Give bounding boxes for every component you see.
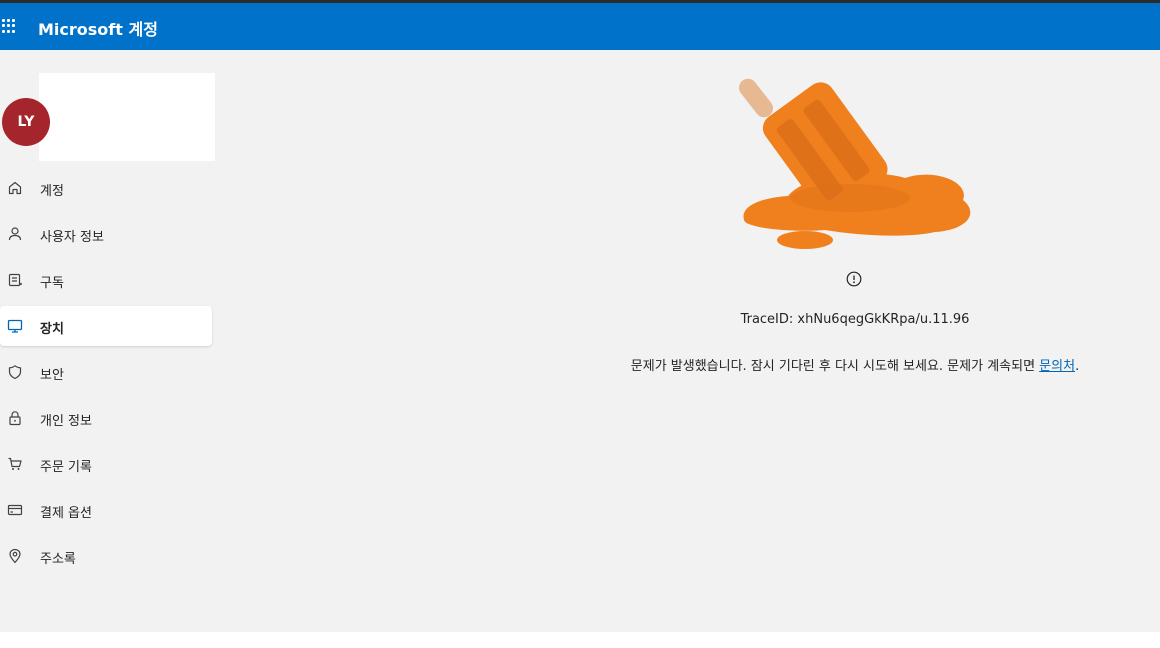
error-message-end: . (1075, 359, 1080, 374)
location-pin-icon (6, 547, 24, 565)
sidebar-item-your-info[interactable]: 사용자 정보 (0, 214, 212, 254)
error-message: 문제가 발생했습니다. 잠시 기다린 후 다시 시도해 보세요. 문제가 계속되… (560, 355, 1150, 374)
error-message-text: 문제가 발생했습니다. 잠시 기다린 후 다시 시도해 보세요. 문제가 계속되… (630, 359, 1040, 374)
sidebar-item-label: 구독 (40, 276, 64, 291)
cart-icon (6, 455, 24, 473)
credit-card-icon (6, 501, 24, 519)
sidebar-item-label: 결제 옵션 (40, 506, 92, 521)
sidebar-item-security[interactable]: 보안 (0, 352, 212, 392)
shield-icon (6, 363, 24, 381)
monitor-icon (6, 317, 24, 335)
sidebar-item-label: 주문 기록 (40, 460, 92, 475)
sidebar-item-label: 보안 (40, 368, 64, 383)
top-header: Microsoft 계정 (0, 3, 1160, 50)
sidebar-item-privacy[interactable]: 개인 정보 (0, 398, 212, 438)
sidebar-item-payment-options[interactable]: 결제 옵션 (0, 490, 212, 530)
app-title[interactable]: Microsoft 계정 (38, 16, 158, 40)
sidebar-item-order-history[interactable]: 주문 기록 (0, 444, 212, 484)
home-icon (6, 179, 24, 197)
sidebar-item-label: 개인 정보 (40, 414, 92, 429)
app-window: Microsoft 계정 LY 계정 사용자 정보 구독 장치 보안 개인 정보… (0, 0, 1160, 648)
avatar[interactable]: LY (2, 98, 50, 146)
sidebar-item-devices[interactable]: 장치 (0, 306, 212, 346)
sidebar-item-label: 장치 (40, 322, 64, 337)
info-icon (846, 271, 862, 287)
melted-popsicle-illustration (738, 78, 971, 249)
sidebar-item-label: 주소록 (40, 552, 76, 567)
sidebar-nav: 계정 사용자 정보 구독 장치 보안 개인 정보 주문 기록 결제 옵션 주소록 (0, 168, 215, 582)
sidebar-item-account[interactable]: 계정 (0, 168, 212, 208)
main-content: LY 계정 사용자 정보 구독 장치 보안 개인 정보 주문 기록 결제 옵션 … (0, 50, 1160, 632)
subscription-icon (6, 271, 24, 289)
sidebar-item-subscriptions[interactable]: 구독 (0, 260, 212, 300)
app-launcher-icon[interactable] (0, 19, 15, 33)
avatar-initials: LY (17, 114, 35, 130)
lock-icon (6, 409, 24, 427)
bottom-strip (0, 632, 1160, 648)
contact-support-link[interactable]: 문의처 (1039, 359, 1075, 374)
trace-id-text: TraceID: xhNu6qegGkKRpa/u.11.96 (740, 312, 970, 327)
sidebar-item-label: 계정 (40, 184, 64, 199)
person-icon (6, 225, 24, 243)
sidebar-item-label: 사용자 정보 (40, 230, 104, 245)
profile-card (39, 73, 215, 161)
sidebar-item-address-book[interactable]: 주소록 (0, 536, 212, 576)
